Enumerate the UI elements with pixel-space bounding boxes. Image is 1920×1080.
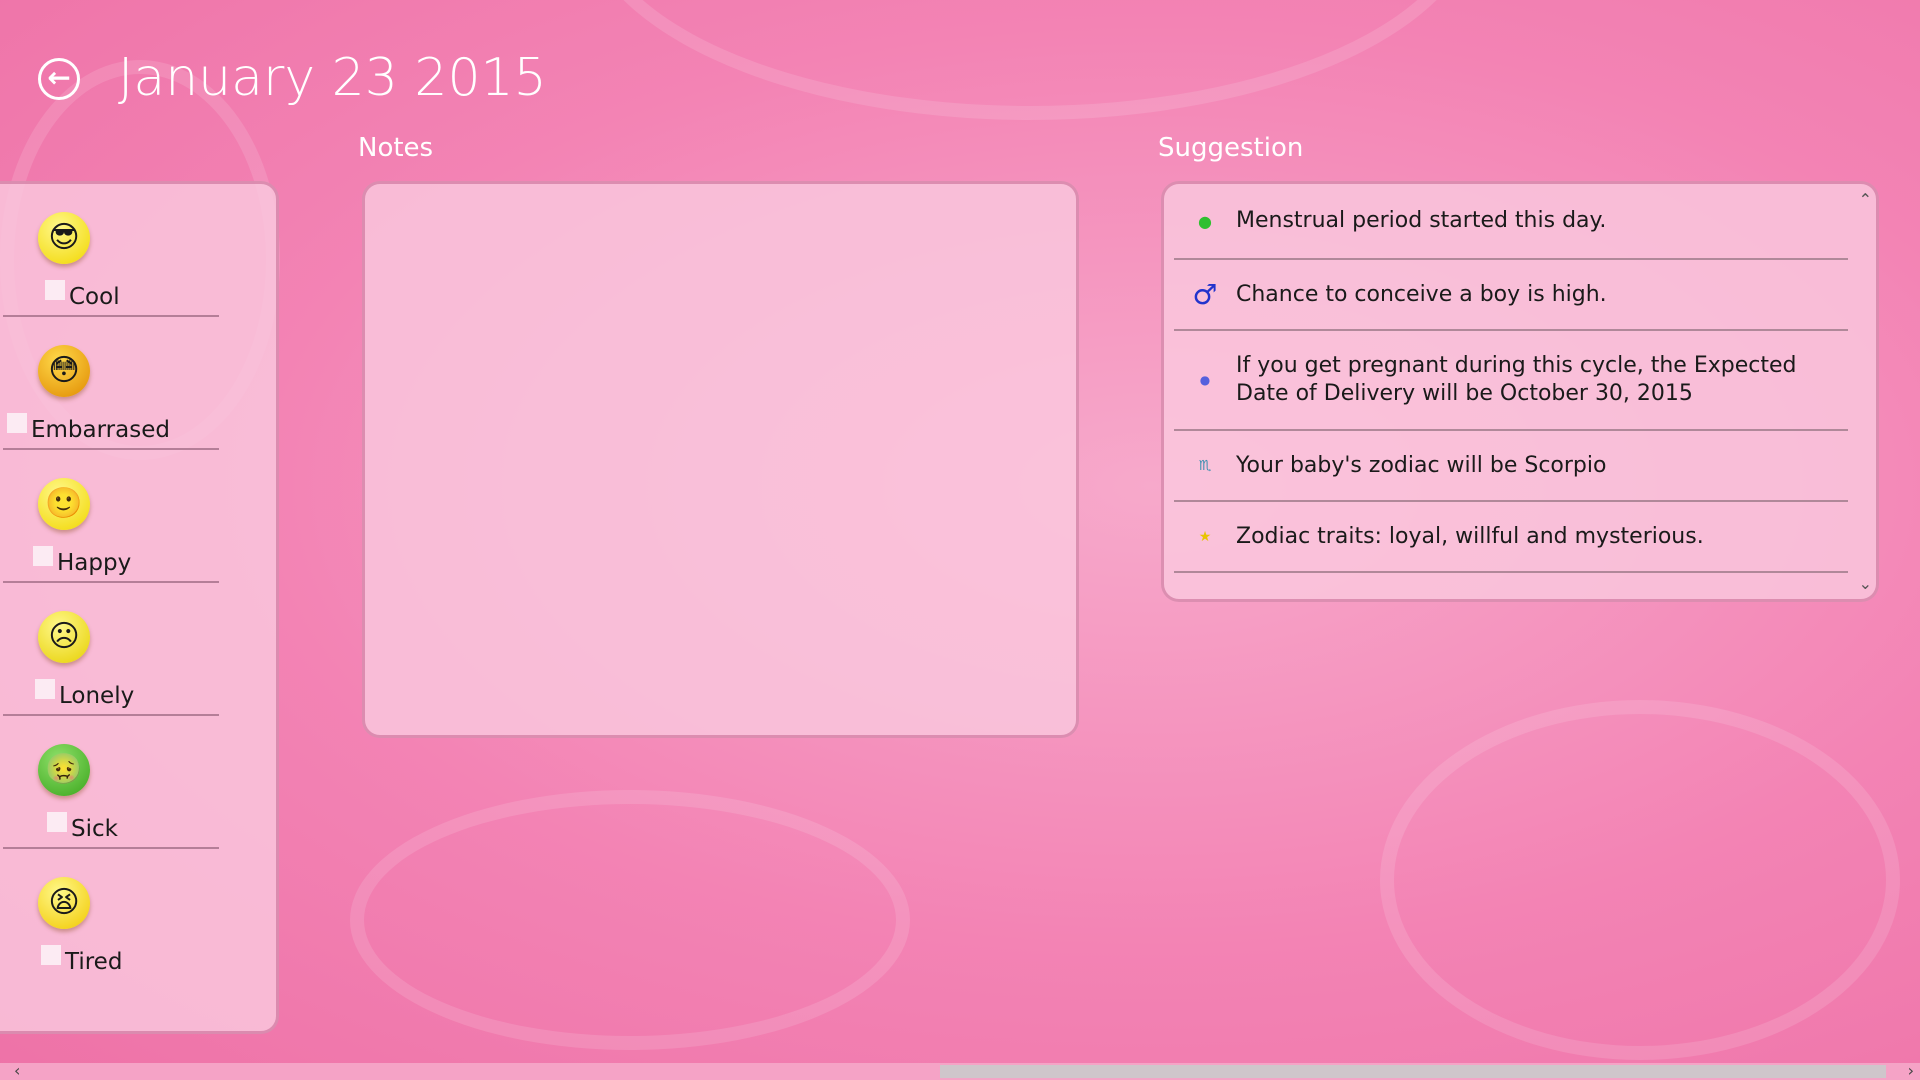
cool-smiley-icon: 😎: [38, 212, 90, 264]
list-item: ●Menstrual period started this day.: [1174, 184, 1848, 260]
mood-label: Embarrased: [31, 417, 170, 443]
mood-row: Tired: [41, 945, 122, 975]
background-swirl: [580, 0, 1480, 120]
suggestion-text: Your baby's zodiac will be Scorpio: [1236, 452, 1848, 480]
mood-row: Cool: [45, 280, 120, 310]
mood-checkbox[interactable]: [41, 945, 61, 965]
scroll-right-icon[interactable]: ›: [1908, 1061, 1914, 1080]
star-icon: ★: [1174, 529, 1236, 545]
suggestion-text: If you get pregnant during this cycle, t…: [1236, 352, 1848, 408]
background-swirl: [1380, 700, 1900, 1060]
scroll-up-icon[interactable]: ⌃: [1859, 190, 1872, 209]
mood-label: Sick: [71, 816, 118, 842]
mood-checkbox[interactable]: [35, 679, 55, 699]
mood-label: Happy: [57, 550, 131, 576]
mood-label: Lonely: [59, 683, 134, 709]
mood-item-cool[interactable]: 😎 Cool: [3, 184, 219, 317]
mood-row: Happy: [33, 546, 131, 576]
mood-item-happy[interactable]: 🙂 Happy: [3, 450, 219, 583]
male-symbol-icon: ♂: [1174, 278, 1236, 311]
suggestion-text: Menstrual period started this day.: [1236, 207, 1848, 235]
mood-checkbox[interactable]: [33, 546, 53, 566]
mood-panel: 😎 Cool 😳 Embarrased 🙂 Happy ☹ Lonely 🤢 S…: [0, 181, 279, 1034]
tired-smiley-icon: 😫: [38, 877, 90, 929]
mood-checkbox[interactable]: [47, 812, 67, 832]
back-button[interactable]: ←: [38, 58, 80, 100]
mood-row: Lonely: [35, 679, 134, 709]
notes-textarea[interactable]: [362, 181, 1079, 738]
list-item: ♂Chance to conceive a boy is high.: [1174, 260, 1848, 331]
mood-item-sick[interactable]: 🤢 Sick: [3, 716, 219, 849]
mood-checkbox[interactable]: [7, 413, 27, 433]
horizontal-scrollbar[interactable]: ‹ ›: [0, 1063, 1920, 1080]
mood-item-tired[interactable]: 😫 Tired: [3, 849, 219, 982]
mood-item-lonely[interactable]: ☹ Lonely: [3, 583, 219, 716]
list-item: ♏Your baby's zodiac will be Scorpio: [1174, 431, 1848, 502]
scroll-left-icon[interactable]: ‹: [14, 1061, 20, 1080]
mood-label: Cool: [69, 284, 120, 310]
suggestion-list: ●Menstrual period started this day. ♂Cha…: [1161, 181, 1879, 602]
mood-label: Tired: [65, 949, 122, 975]
scroll-down-icon[interactable]: ⌄: [1859, 574, 1872, 593]
mood-row: Sick: [47, 812, 118, 842]
back-arrow-icon: ←: [47, 61, 70, 94]
background-swirl: [350, 790, 910, 1050]
mood-row: Embarrased: [7, 413, 170, 443]
embarrassed-smiley-icon: 😳: [38, 345, 90, 397]
list-item: ●If you get pregnant during this cycle, …: [1174, 331, 1848, 431]
scorpio-icon: ♏: [1174, 458, 1236, 474]
sad-smiley-icon: ☹: [38, 611, 90, 663]
mood-checkbox[interactable]: [45, 280, 65, 300]
page-title: January 23 2015: [118, 48, 547, 108]
scrollbar-thumb[interactable]: [940, 1065, 1886, 1078]
list-item: ★Zodiac traits: loyal, willful and myste…: [1174, 502, 1848, 573]
green-dot-icon: ●: [1174, 212, 1236, 231]
happy-smiley-icon: 🙂: [38, 478, 90, 530]
notes-label: Notes: [358, 133, 433, 163]
blue-dot-icon: ●: [1174, 373, 1236, 387]
sick-smiley-icon: 🤢: [38, 744, 90, 796]
mood-item-embarrased[interactable]: 😳 Embarrased: [3, 317, 219, 450]
suggestion-text: Chance to conceive a boy is high.: [1236, 281, 1848, 309]
suggestion-text: Zodiac traits: loyal, willful and myster…: [1236, 523, 1848, 551]
suggestion-label: Suggestion: [1158, 133, 1303, 163]
